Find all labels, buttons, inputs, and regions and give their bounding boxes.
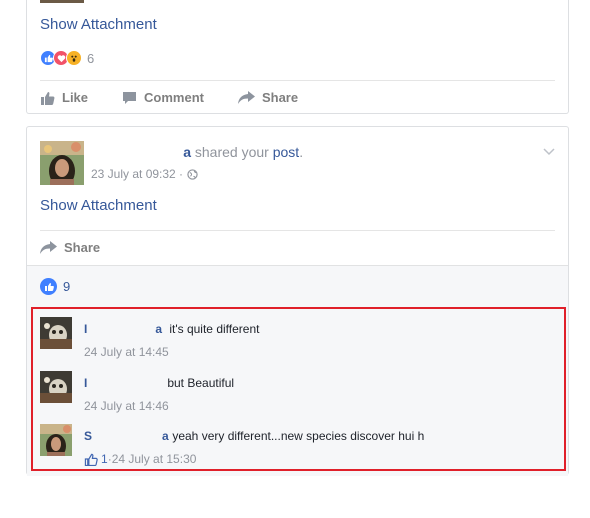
commenter-name[interactable]: Ia bbox=[84, 322, 166, 336]
share-label: Share bbox=[64, 240, 101, 255]
show-attachment-link[interactable]: Show Attachment bbox=[40, 197, 157, 214]
comment-label: Comment bbox=[144, 90, 204, 105]
thumb-up-icon[interactable] bbox=[84, 453, 98, 466]
comment-body: but Beautiful bbox=[164, 376, 235, 390]
show-attachment-link[interactable]: Show Attachment bbox=[40, 16, 157, 33]
like-button[interactable]: Like bbox=[40, 90, 88, 105]
share-button[interactable]: Share bbox=[237, 90, 299, 105]
wow-reaction-icon bbox=[66, 50, 82, 66]
divider bbox=[40, 230, 555, 231]
comment-body: yeah very different...new species discov… bbox=[169, 429, 425, 443]
comment-icon bbox=[123, 91, 137, 104]
attachment-thumbnail[interactable] bbox=[40, 0, 84, 3]
comment-time: 24 July at 14:46 bbox=[84, 399, 169, 413]
avatar[interactable] bbox=[40, 424, 72, 456]
comment-meta: 1 · 24 July at 15:30 bbox=[84, 452, 196, 466]
comment-text: Ia it's quite different bbox=[84, 322, 259, 336]
comment-timestamp[interactable]: 24 July at 14:45 bbox=[84, 345, 169, 359]
period: . bbox=[299, 144, 304, 160]
post-timestamp[interactable]: 23 July at 09:32 · bbox=[91, 167, 183, 181]
post-meta: 23 July at 09:32 · bbox=[91, 167, 198, 181]
globe-icon bbox=[187, 168, 198, 180]
comment-time[interactable]: 24 July at 15:30 bbox=[112, 452, 197, 466]
comment-button[interactable]: Comment bbox=[122, 90, 204, 105]
comment-text: I but Beautiful bbox=[84, 376, 234, 390]
share-arrow-icon bbox=[40, 241, 57, 254]
post-options-menu[interactable] bbox=[543, 143, 555, 159]
comment-time: 24 July at 14:45 bbox=[84, 345, 169, 359]
like-count: 9 bbox=[63, 279, 71, 294]
likes-summary[interactable]: 9 bbox=[40, 278, 70, 295]
avatar[interactable] bbox=[40, 317, 72, 349]
share-arrow-icon bbox=[237, 91, 255, 104]
avatar[interactable] bbox=[40, 371, 72, 403]
post-actions: Like Comment Share bbox=[40, 90, 332, 105]
post-headline: a shared your post. bbox=[91, 144, 303, 160]
share-button[interactable]: Share bbox=[40, 240, 100, 255]
reaction-count: 6 bbox=[87, 50, 95, 66]
commenter-initial: S bbox=[84, 429, 93, 443]
commenter-name-end: a bbox=[162, 429, 169, 443]
comment-timestamp[interactable]: 24 July at 14:46 bbox=[84, 399, 169, 413]
commenter-name[interactable]: I bbox=[84, 376, 164, 390]
thumb-up-icon bbox=[41, 91, 55, 105]
post-link[interactable]: post bbox=[273, 144, 299, 160]
post-actions: Share bbox=[40, 240, 134, 255]
commenter-name-end: a bbox=[155, 322, 163, 336]
divider bbox=[40, 80, 555, 81]
like-reaction-icon bbox=[40, 278, 57, 295]
comment-body: it's quite different bbox=[166, 322, 260, 336]
reactions-summary[interactable]: 6 bbox=[40, 50, 94, 66]
avatar[interactable] bbox=[40, 141, 84, 185]
actor-name[interactable]: a bbox=[91, 144, 191, 160]
comment-like-count[interactable]: 1 bbox=[101, 452, 108, 466]
commenter-name[interactable]: Sa bbox=[84, 429, 169, 443]
post-card-1: Show Attachment 6 Like Comment Share bbox=[26, 0, 569, 114]
shared-text: shared your bbox=[191, 144, 273, 160]
commenter-initial: I bbox=[84, 322, 88, 336]
share-label: Share bbox=[261, 90, 299, 105]
commenter-initial: I bbox=[84, 376, 88, 390]
comment-text: Sa yeah very different...new species dis… bbox=[84, 429, 424, 443]
like-label: Like bbox=[62, 90, 89, 105]
chevron-down-icon bbox=[543, 148, 555, 156]
